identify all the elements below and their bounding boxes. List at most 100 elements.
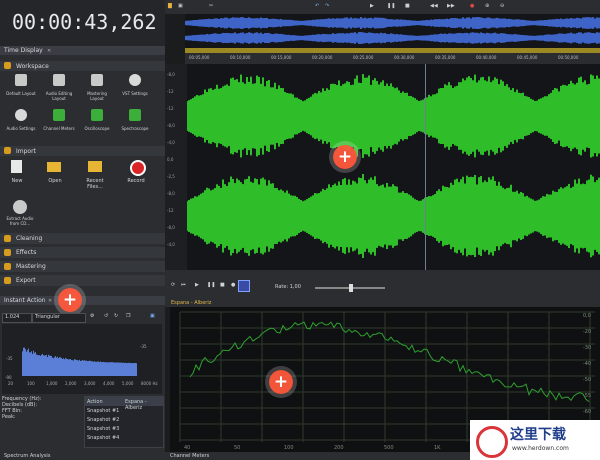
spectrum-bar xyxy=(56,357,57,376)
spectrum-analysis: -35 -35 -90 20 100 1,000 2,000 3,000 4,000 5,0… xyxy=(2,324,162,394)
playhead-line[interactable] xyxy=(425,64,426,270)
scissors-icon[interactable]: ✂ xyxy=(209,3,213,9)
extract-cd-label: Extract Audio from CD... xyxy=(6,216,34,226)
spectrum-bar xyxy=(38,355,39,376)
ruler-tick-label: 00:10,000 xyxy=(230,55,251,60)
db-label: -35 xyxy=(6,356,13,361)
tab-spectrum-analysis[interactable]: Spectrum Analysis xyxy=(4,453,50,459)
overview-waveform[interactable] xyxy=(184,14,600,48)
instant-action-tab[interactable]: Instant Action ✕ xyxy=(0,296,165,305)
main-toolbar: ▇ ▣ ✂ ↶ ↷ ▶ ❚❚ ■ ◀◀ ▶▶ ● ⊕ ⊖ xyxy=(165,0,600,14)
watermark-logo-icon xyxy=(476,426,508,458)
pause-icon[interactable]: ❚❚ xyxy=(207,282,215,288)
recent-files-button[interactable]: Recent Files... xyxy=(80,158,110,190)
copy-icon[interactable]: ❐ xyxy=(126,313,130,319)
workspace-item-label: Spectroscope xyxy=(121,126,149,131)
stop-icon[interactable]: ■ xyxy=(405,3,410,9)
new-button[interactable]: New xyxy=(4,158,30,188)
forward-icon[interactable]: ▶▶ xyxy=(447,3,455,9)
gear-icon[interactable]: ⚙ xyxy=(90,313,94,319)
section-icon xyxy=(4,235,11,242)
spectroscope-tabbar: Espana - Alberiz xyxy=(165,298,600,307)
record-icon[interactable]: ● xyxy=(470,3,474,9)
spectrum-bar xyxy=(25,349,26,376)
workspace-item[interactable]: Audio Settings xyxy=(4,108,38,141)
workspace-item[interactable]: Oscilloscope xyxy=(80,108,114,141)
spectrum-bar xyxy=(81,360,82,376)
folder-icon[interactable]: ▇ xyxy=(168,3,172,9)
workspace-item[interactable]: VST Settings xyxy=(118,73,152,106)
extract-cd-button[interactable]: Extract Audio from CD... xyxy=(4,198,36,230)
history-row[interactable]: Action Espana - Alberiz xyxy=(85,397,163,411)
workspace-item[interactable]: Audio Editing Layout xyxy=(42,73,76,106)
record-icon[interactable]: ● xyxy=(231,282,235,288)
tab-spectroscope[interactable]: Espana - Alberiz xyxy=(171,300,211,306)
folder-icon xyxy=(47,162,61,172)
fft-select[interactable]: 1.024 xyxy=(2,313,32,323)
frequency-axis: 20 100 1,000 2,000 3,000 4,000 5,000 8000 Hz xyxy=(8,381,158,387)
history-row[interactable]: Snapshot #1 xyxy=(85,406,163,415)
window-select[interactable]: Triangular xyxy=(32,313,86,323)
spectrum-bar xyxy=(110,362,111,376)
rewind-icon[interactable]: ◀◀ xyxy=(430,3,438,9)
time-display-tab[interactable]: Time Display ✕ xyxy=(0,46,165,55)
stop-icon[interactable]: ■ xyxy=(220,282,225,288)
selection-bar[interactable] xyxy=(185,48,600,53)
zoom-out-icon[interactable]: ⊖ xyxy=(500,3,504,9)
plus-hotspot[interactable]: + xyxy=(269,370,293,394)
spectrum-bar xyxy=(30,352,31,376)
workspace-item[interactable]: Mastering Layout xyxy=(80,73,114,106)
play-icon[interactable]: ▶ xyxy=(195,282,199,288)
active-tool-icon[interactable] xyxy=(238,280,250,292)
spectrum-bar xyxy=(86,360,87,376)
redo-icon[interactable]: ↷ xyxy=(325,3,329,9)
spectrum-bar xyxy=(83,360,84,376)
redo-icon[interactable]: ↻ xyxy=(114,313,118,319)
panel-title: Instant Action xyxy=(4,297,46,304)
rate-slider[interactable] xyxy=(315,284,385,292)
section-export[interactable]: Export xyxy=(0,275,165,286)
plus-hotspot[interactable]: + xyxy=(58,288,82,312)
record-button[interactable]: Record xyxy=(122,158,150,188)
spectrum-bar xyxy=(118,362,119,376)
skip-start-icon[interactable]: ⏮ xyxy=(181,282,186,288)
lock-icon[interactable]: ▣ xyxy=(150,313,155,319)
slider-thumb[interactable] xyxy=(349,284,353,292)
spectrum-bar xyxy=(32,353,33,376)
spectro-db-label: -40 xyxy=(583,361,591,367)
close-icon[interactable]: ✕ xyxy=(47,48,51,54)
spectrum-bar xyxy=(112,362,113,376)
spectro-icon xyxy=(129,109,141,121)
loop-icon[interactable]: ⟳ xyxy=(171,282,175,288)
spectrum-bar xyxy=(96,361,97,376)
save-icon[interactable]: ▣ xyxy=(178,3,183,9)
workspace-item[interactable]: Spectroscope xyxy=(118,108,152,141)
workspace-item[interactable]: Default Layout xyxy=(4,73,38,106)
section-mastering[interactable]: Mastering xyxy=(0,261,165,272)
spectrum-bar xyxy=(124,363,125,376)
close-icon[interactable]: ✕ xyxy=(48,298,52,304)
history-row[interactable]: Snapshot #3 xyxy=(85,424,163,433)
spectrum-bar xyxy=(49,355,50,376)
import-section[interactable]: Import xyxy=(0,146,165,156)
workspace-section[interactable]: Workspace xyxy=(0,61,165,71)
waveform-editor[interactable]: -8,0 -12 -12 -8,0 -4,0 0,0 -2,5 -8,0 -12 -8,0 -4,0 xyxy=(165,64,600,270)
plus-hotspot[interactable]: + xyxy=(333,145,357,169)
pause-icon[interactable]: ❚❚ xyxy=(387,3,395,9)
workspace-item[interactable]: Channel Meters xyxy=(42,108,76,141)
ruler-tick-label: 00:20,000 xyxy=(312,55,333,60)
db-label-right: -35 xyxy=(140,344,147,349)
open-button[interactable]: Open xyxy=(42,158,68,188)
section-cleaning[interactable]: Cleaning xyxy=(0,233,165,244)
tab-channel-meters[interactable]: Channel Meters xyxy=(170,453,209,459)
section-icon xyxy=(4,249,11,256)
history-row[interactable]: Snapshot #2 xyxy=(85,415,163,424)
undo-icon[interactable]: ↶ xyxy=(315,3,319,9)
history-row[interactable]: Snapshot #4 xyxy=(85,433,163,442)
undo-icon[interactable]: ↺ xyxy=(104,313,108,319)
frequency-tick-label: 8000 Hz xyxy=(141,381,158,386)
zoom-icon[interactable]: ⊕ xyxy=(485,3,489,9)
play-icon[interactable]: ▶ xyxy=(370,3,374,9)
section-effects[interactable]: Effects xyxy=(0,247,165,258)
recent-label: Recent Files... xyxy=(86,178,104,190)
